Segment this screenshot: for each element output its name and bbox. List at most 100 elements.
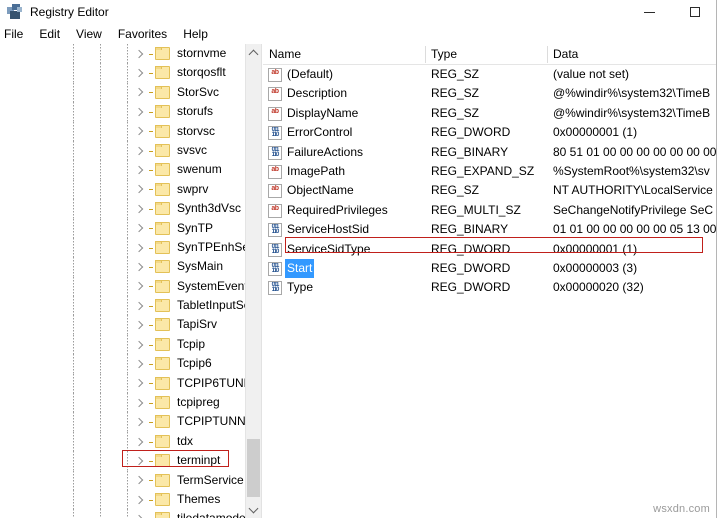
tree-item-svsvc[interactable]: svsvc <box>0 140 246 161</box>
tree-expand-chevron-icon[interactable] <box>133 199 147 218</box>
value-row[interactable]: ab (Default) REG_SZ (value not set) <box>263 65 716 84</box>
value-row[interactable]: ab ObjectName REG_SZ NT AUTHORITY\LocalServ… <box>263 181 716 200</box>
tree-item-terminpt[interactable]: terminpt <box>0 451 246 471</box>
tree-scrollbar-thumb[interactable] <box>247 439 260 497</box>
tree-expand-chevron-icon[interactable] <box>133 277 147 296</box>
maximize-button[interactable] <box>672 0 716 24</box>
scroll-down-button[interactable] <box>246 501 261 518</box>
registry-values-pane[interactable]: Name Type Data ab (Default) REG_SZ (value not… <box>263 44 717 518</box>
tree-item-tcpiptunnel[interactable]: TCPIPTUNNEL <box>0 412 260 432</box>
tree-expand-chevron-icon[interactable] <box>133 219 147 238</box>
folder-icon <box>155 299 170 313</box>
tree-expand-chevron-icon[interactable] <box>133 102 147 121</box>
column-header-type[interactable]: Type <box>425 44 457 64</box>
tree-item-synth3dvsc[interactable]: Synth3dVsc <box>0 199 246 219</box>
tree-item-swprv[interactable]: swprv <box>0 179 246 200</box>
tree-indent-guides <box>0 354 150 374</box>
minimize-button[interactable] <box>627 0 672 24</box>
tree-item-tcpip6tunnel[interactable]: TCPIP6TUNNEL <box>0 373 261 394</box>
tree-item-tiledatamodelsvc[interactable]: tiledatamodelsvc <box>0 509 261 518</box>
tree-expand-chevron-icon[interactable] <box>133 490 147 509</box>
tree-item-label: TapiSrv <box>177 317 218 332</box>
tree-expand-chevron-icon[interactable] <box>133 238 147 257</box>
tree-expand-chevron-icon[interactable] <box>133 160 147 179</box>
tree-expand-chevron-icon[interactable] <box>133 354 147 373</box>
tree-expand-chevron-icon[interactable] <box>133 63 147 82</box>
tree-expand-chevron-icon[interactable] <box>133 83 147 102</box>
menu-item-file[interactable]: File <box>0 24 31 44</box>
tree-indent-guides <box>0 140 150 161</box>
value-name-cell: RequiredPrivileges <box>287 202 388 217</box>
menu-item-view[interactable]: View <box>68 24 110 44</box>
column-header-name[interactable]: Name <box>263 44 301 64</box>
tree-item-systemeventsbroker[interactable]: SystemEventsBroker <box>0 276 261 297</box>
menu-item-favorites[interactable]: Favorites <box>110 24 175 44</box>
window-controls <box>627 0 716 24</box>
tree-expand-chevron-icon[interactable] <box>133 393 147 412</box>
tree-item-storufs[interactable]: storufs <box>0 102 246 122</box>
tree-item-tcpip6[interactable]: Tcpip6 <box>0 354 246 374</box>
tree-item-swenum[interactable]: swenum <box>0 160 246 180</box>
dword-value-icon: 011 110 <box>268 126 282 141</box>
tree-item-label: swenum <box>177 162 222 177</box>
value-data-cell: 0x00000001 (1) <box>553 125 638 140</box>
tree-expand-chevron-icon[interactable] <box>133 296 147 315</box>
menu-item-edit[interactable]: Edit <box>31 24 68 44</box>
tree-item-tapisrv[interactable]: TapiSrv <box>0 315 246 335</box>
tree-expand-chevron-icon[interactable] <box>133 315 147 334</box>
folder-icon <box>155 415 170 429</box>
menu-item-help[interactable]: Help <box>175 24 216 44</box>
tree-expand-chevron-icon[interactable] <box>133 471 147 490</box>
tree-item-termservice[interactable]: TermService <box>0 470 246 490</box>
tree-item-tcpipreg[interactable]: tcpipreg <box>0 393 246 413</box>
tree-expand-chevron-icon[interactable] <box>133 451 147 470</box>
value-row[interactable]: ab ImagePath REG_EXPAND_SZ %SystemRoot%\sys… <box>263 162 716 181</box>
tree-item-storqosflt[interactable]: storqosflt <box>0 63 246 83</box>
tree-expand-chevron-icon[interactable] <box>133 509 147 518</box>
tree-expand-chevron-icon[interactable] <box>133 374 147 393</box>
tree-connector-dash <box>149 383 153 385</box>
registry-tree-pane[interactable]: stornvme storqosflt StorSvc storufs storvsc s… <box>0 44 262 518</box>
value-row[interactable]: ab RequiredPrivileges REG_MULTI_SZ SeChange… <box>263 201 716 220</box>
value-data-cell: SeChangeNotifyPrivilege SeC <box>553 202 714 217</box>
tree-item-stornvme[interactable]: stornvme <box>0 44 246 64</box>
column-header-data[interactable]: Data <box>547 44 578 64</box>
value-type-cell: REG_SZ <box>431 105 480 120</box>
value-row[interactable]: 011 110 FailureActions REG_BINARY 80 51 01 0… <box>263 143 717 162</box>
value-data-cell: 80 51 01 00 00 00 00 00 00 00 0 <box>553 144 717 159</box>
tree-expand-chevron-icon[interactable] <box>133 44 147 63</box>
column-divider[interactable] <box>425 46 426 63</box>
tree-item-syntpenhservice[interactable]: SynTPEnhService <box>0 237 261 258</box>
tree-item-storsvc[interactable]: StorSvc <box>0 82 246 103</box>
tree-expand-chevron-icon[interactable] <box>133 122 147 141</box>
dword-value-icon: 011 110 <box>268 145 282 160</box>
value-type-cell: REG_SZ <box>431 183 480 198</box>
tree-expand-chevron-icon[interactable] <box>133 141 147 160</box>
tree-item-tcpip[interactable]: Tcpip <box>0 334 246 355</box>
tree-expand-chevron-icon[interactable] <box>133 335 147 354</box>
tree-item-tdx[interactable]: tdx <box>0 431 246 452</box>
value-row[interactable]: 011 110 Type REG_DWORD 0x00000020 (32) <box>263 278 716 297</box>
tree-expand-chevron-icon[interactable] <box>133 257 147 276</box>
value-row[interactable]: ab DisplayName REG_SZ @%windir%\system32\Ti… <box>263 104 716 123</box>
tree-scrollbar[interactable] <box>245 44 261 518</box>
tree-expand-chevron-icon[interactable] <box>133 180 147 199</box>
folder-icon <box>155 260 170 274</box>
value-type-cell: REG_DWORD <box>431 280 511 295</box>
column-divider[interactable] <box>547 46 548 63</box>
tree-item-tabletinputservice[interactable]: TabletInputService <box>0 296 261 316</box>
tree-item-themes[interactable]: Themes <box>0 489 246 510</box>
value-row[interactable]: 011 110 ServiceSidType REG_DWORD 0x00000001 … <box>263 240 716 259</box>
value-row[interactable]: 011 110 ServiceHostSid REG_BINARY 01 01 00 0… <box>263 220 716 239</box>
folder-icon <box>155 512 170 518</box>
value-row[interactable]: 011 110 ErrorControl REG_DWORD 0x00000001 (1… <box>263 123 716 142</box>
tree-item-syntp[interactable]: SynTP <box>0 218 246 238</box>
tree-expand-chevron-icon[interactable] <box>133 432 147 451</box>
value-row[interactable]: 011 110 Start REG_DWORD 0x00000003 (3) <box>263 258 716 279</box>
tree-expand-chevron-icon[interactable] <box>133 412 147 431</box>
tree-item-sysmain[interactable]: SysMain <box>0 257 246 277</box>
value-row[interactable]: ab Description REG_SZ @%windir%\system32\Ti… <box>263 84 716 103</box>
tree-item-storvsc[interactable]: storvsc <box>0 121 246 141</box>
scroll-up-button[interactable] <box>246 44 261 61</box>
tree-connector-dash <box>149 460 153 462</box>
